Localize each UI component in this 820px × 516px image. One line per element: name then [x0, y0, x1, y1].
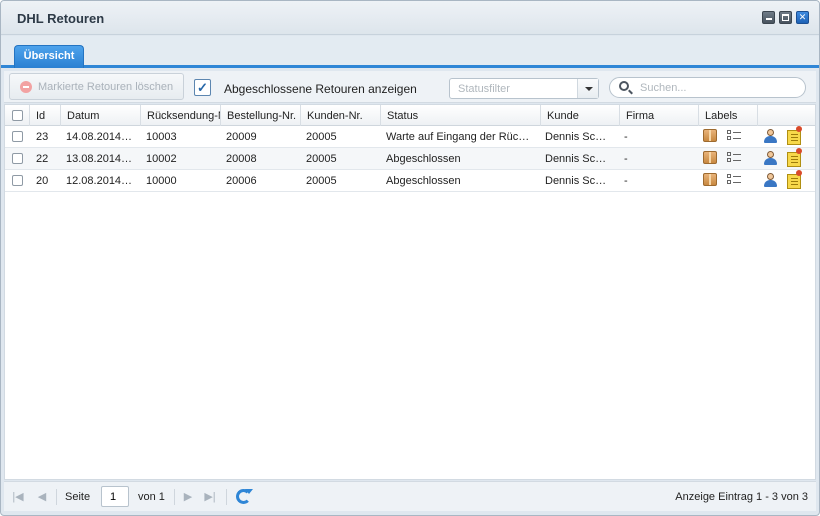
select-all-checkbox[interactable]: [12, 110, 23, 121]
page-count-label: von 1: [138, 491, 165, 503]
refresh-icon[interactable]: [236, 489, 253, 504]
cell-datum: 12.08.2014…: [66, 175, 133, 187]
delete-selected-button[interactable]: Markierte Retouren löschen: [9, 73, 184, 100]
window-title: DHL Retouren: [17, 11, 105, 26]
column-header-bestellung[interactable]: Bestellung-Nr.: [221, 105, 301, 126]
tab-uebersicht[interactable]: Übersicht: [14, 45, 84, 68]
cell-ruecksendung: 10002: [146, 153, 177, 165]
column-header-kunde[interactable]: Kunde: [541, 105, 620, 126]
next-page-icon[interactable]: ▶: [182, 491, 194, 503]
cell-datum: 13.08.2014…: [66, 153, 133, 165]
delete-selected-label: Markierte Retouren löschen: [38, 81, 174, 93]
column-header-kunden-nr[interactable]: Kunden-Nr.: [301, 105, 381, 126]
status-filter-select[interactable]: Statusfilter: [449, 78, 599, 99]
cell-bestellung: 20008: [226, 153, 257, 165]
window: DHL Retouren ✕ Übersicht Markierte Retou…: [0, 0, 820, 516]
search-input[interactable]: Suchen...: [609, 77, 806, 98]
table-row[interactable]: 23 14.08.2014… 10003 20009 20005 Warte a…: [5, 126, 815, 148]
cell-status: Abgeschlossen: [386, 153, 461, 165]
show-closed-label: Abgeschlossene Retouren anzeigen: [224, 82, 417, 96]
title-bar: DHL Retouren ✕: [1, 1, 819, 35]
package-icon[interactable]: [703, 173, 717, 186]
cell-firma: -: [624, 131, 628, 143]
maximize-button[interactable]: [779, 11, 792, 24]
cell-kunden-nr: 20005: [306, 131, 337, 143]
user-icon[interactable]: [763, 129, 777, 144]
checklist-icon[interactable]: [727, 129, 742, 142]
prev-page-icon[interactable]: ◀: [36, 491, 48, 503]
column-header-actions: [758, 105, 815, 126]
grid-header: Id Datum Rücksendung-Nr. Bestellung-Nr. …: [5, 105, 815, 126]
cell-id: 20: [36, 175, 49, 187]
note-icon[interactable]: [787, 170, 802, 189]
package-icon[interactable]: [703, 129, 717, 142]
first-page-icon[interactable]: |◀: [12, 491, 24, 503]
cell-id: 23: [36, 131, 49, 143]
delete-icon: [20, 81, 32, 93]
select-all-cell[interactable]: [5, 105, 30, 126]
column-header-labels[interactable]: Labels: [699, 105, 758, 126]
maximize-icon: [782, 14, 789, 21]
toolbar: Markierte Retouren löschen ✓ Abgeschloss…: [4, 71, 816, 103]
cell-kunde: Dennis Sc…: [545, 153, 607, 165]
search-placeholder: Suchen...: [640, 82, 687, 94]
cell-kunden-nr: 20005: [306, 175, 337, 187]
pager-separator: [174, 489, 175, 505]
minimize-icon: [766, 18, 772, 20]
package-icon[interactable]: [703, 151, 717, 164]
cell-datum: 14.08.2014…: [66, 131, 133, 143]
cell-firma: -: [624, 153, 628, 165]
cell-ruecksendung: 10003: [146, 131, 177, 143]
last-page-icon[interactable]: ▶|: [204, 491, 216, 503]
cell-status: Warte auf Eingang der Rüc…: [386, 131, 530, 143]
cell-firma: -: [624, 175, 628, 187]
row-checkbox[interactable]: [12, 131, 23, 142]
status-filter-placeholder: Statusfilter: [458, 83, 510, 95]
user-icon[interactable]: [763, 151, 777, 166]
minimize-button[interactable]: [762, 11, 775, 24]
pager-separator: [226, 489, 227, 505]
row-checkbox[interactable]: [12, 175, 23, 186]
cell-ruecksendung: 10000: [146, 175, 177, 187]
page-number-input[interactable]: [101, 486, 129, 507]
show-closed-checkbox[interactable]: ✓: [194, 79, 211, 96]
checklist-icon[interactable]: [727, 173, 742, 186]
user-icon[interactable]: [763, 173, 777, 188]
tab-strip: Übersicht: [1, 36, 819, 68]
search-icon: [619, 81, 629, 91]
pager-separator: [56, 489, 57, 505]
cell-id: 22: [36, 153, 49, 165]
pagination-bar: |◀ ◀ Seite von 1 ▶ ▶| Anzeige Eintrag 1 …: [4, 481, 816, 511]
column-header-datum[interactable]: Datum: [61, 105, 141, 126]
checklist-icon[interactable]: [727, 151, 742, 164]
column-header-firma[interactable]: Firma: [620, 105, 699, 126]
note-icon[interactable]: [787, 148, 802, 167]
cell-bestellung: 20009: [226, 131, 257, 143]
table-row[interactable]: 22 13.08.2014… 10002 20008 20005 Abgesch…: [5, 148, 815, 170]
close-icon: ✕: [798, 12, 807, 22]
column-header-status[interactable]: Status: [381, 105, 541, 126]
returns-grid: Id Datum Rücksendung-Nr. Bestellung-Nr. …: [4, 104, 816, 480]
note-icon[interactable]: [787, 126, 802, 145]
cell-kunde: Dennis Sc…: [545, 175, 607, 187]
table-row[interactable]: 20 12.08.2014… 10000 20006 20005 Abgesch…: [5, 170, 815, 192]
page-label: Seite: [65, 491, 91, 503]
dropdown-arrow-icon[interactable]: [577, 79, 598, 98]
column-header-id[interactable]: Id: [30, 105, 61, 126]
cell-bestellung: 20006: [226, 175, 257, 187]
cell-kunden-nr: 20005: [306, 153, 337, 165]
row-checkbox[interactable]: [12, 153, 23, 164]
cell-kunde: Dennis Sc…: [545, 131, 607, 143]
cell-status: Abgeschlossen: [386, 175, 461, 187]
close-button[interactable]: ✕: [796, 11, 809, 24]
column-header-ruecksendung[interactable]: Rücksendung-Nr.: [141, 105, 221, 126]
pager-summary: Anzeige Eintrag 1 - 3 von 3: [675, 491, 808, 503]
